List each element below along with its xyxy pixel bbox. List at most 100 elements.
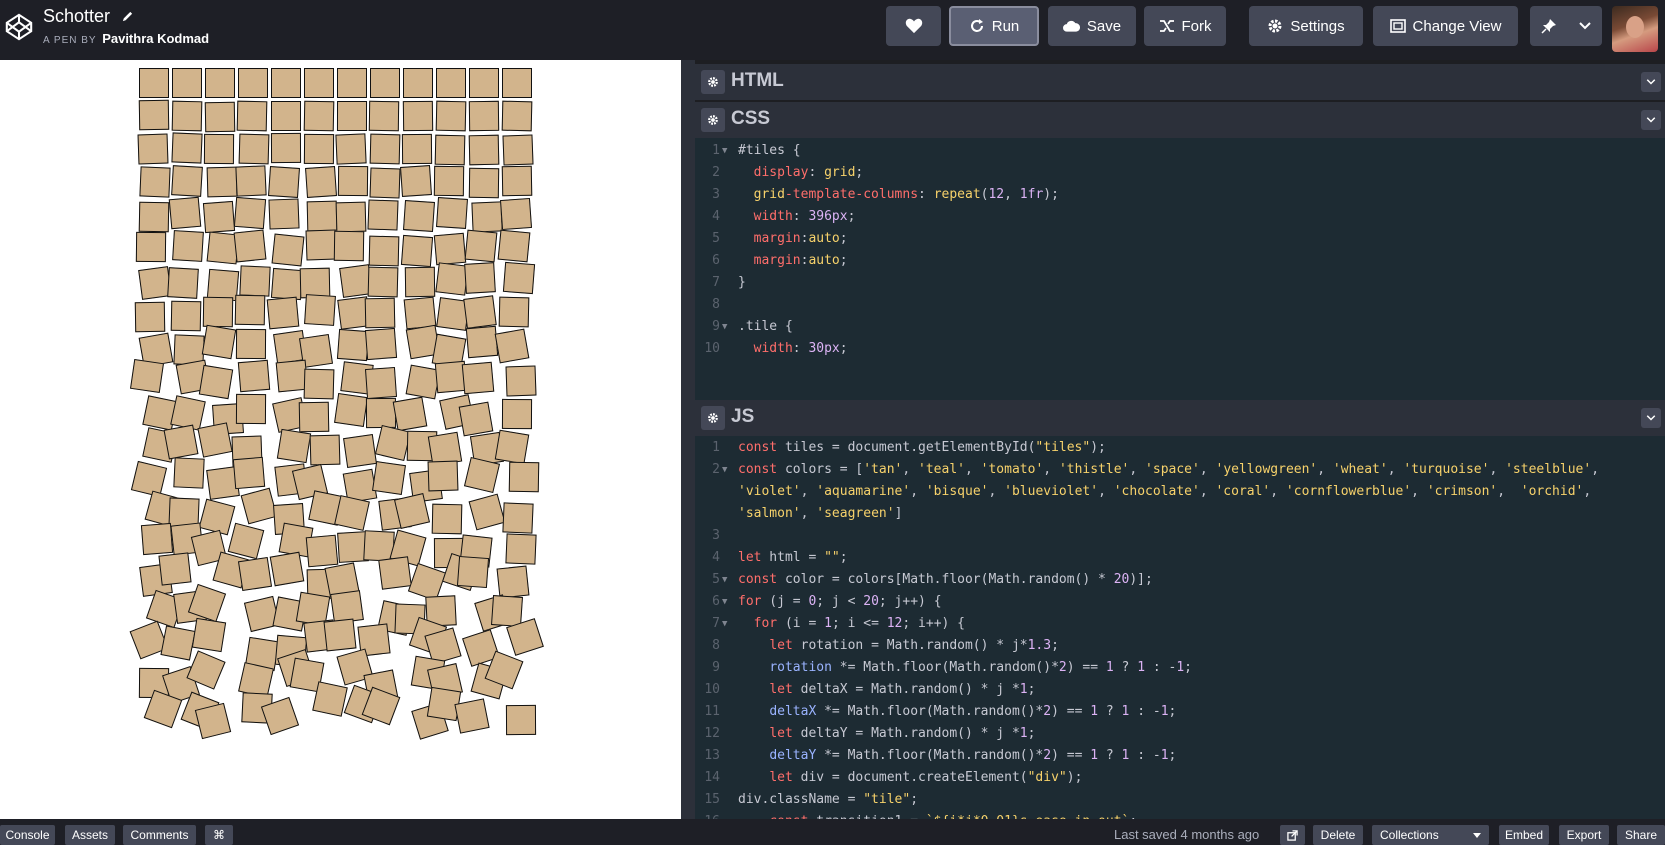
avatar[interactable] xyxy=(1612,6,1658,52)
codepen-logo-icon[interactable] xyxy=(4,12,34,42)
code-line[interactable]: 8 xyxy=(695,294,1665,316)
code-line[interactable]: 10 let deltaX = Math.random() * j *1; xyxy=(695,679,1665,701)
js-settings-button[interactable] xyxy=(701,406,725,430)
love-button[interactable] xyxy=(886,6,941,46)
pin-menu-button[interactable] xyxy=(1530,6,1602,46)
tile xyxy=(268,198,300,230)
tile xyxy=(393,492,430,529)
tile xyxy=(305,534,338,568)
fold-arrow-icon[interactable]: ▼ xyxy=(722,613,727,635)
fold-arrow-icon[interactable]: ▼ xyxy=(722,591,727,613)
tile xyxy=(271,233,305,267)
js-collapse-button[interactable] xyxy=(1641,408,1661,428)
html-settings-button[interactable] xyxy=(701,70,725,94)
tile xyxy=(206,268,239,301)
code-line[interactable]: 10 width: 30px; xyxy=(695,338,1665,360)
js-editor-header[interactable]: JS xyxy=(695,400,1665,436)
preview-pane[interactable] xyxy=(0,60,681,819)
tile xyxy=(369,100,400,132)
css-code-area[interactable]: 1 ▼ #tiles {2 display: grid; 3 grid-templat… xyxy=(695,138,1665,402)
code-line[interactable]: 7 ▼ for (i = 1; i <= 12; i++) { xyxy=(695,613,1665,635)
console-button[interactable]: Console xyxy=(0,825,55,845)
external-link-button[interactable] xyxy=(1280,825,1305,845)
code-line[interactable]: 2 display: grid; xyxy=(695,162,1665,184)
code-line[interactable]: 6 margin:auto; xyxy=(695,250,1665,272)
collections-button[interactable]: Collections xyxy=(1372,825,1489,845)
html-collapse-button[interactable] xyxy=(1641,72,1661,92)
code-text: 'violet', 'aquamarine', 'bisque', 'bluev… xyxy=(738,484,1592,499)
code-line[interactable]: 15 div.className = "tile"; xyxy=(695,789,1665,811)
tile xyxy=(336,328,369,362)
js-code-area[interactable]: 1 const tiles = document.getElementById("… xyxy=(695,436,1665,820)
change-view-button[interactable]: Change View xyxy=(1373,6,1518,46)
chevron-down-icon xyxy=(1646,79,1656,85)
tile xyxy=(401,234,434,267)
export-button[interactable]: Export xyxy=(1559,825,1609,845)
code-line[interactable]: 5 ▼ const color = colors[Math.floor(Math.r… xyxy=(695,569,1665,591)
fold-arrow-icon[interactable]: ▼ xyxy=(722,459,727,481)
code-line[interactable]: 13 deltaY *= Math.floor(Math.random()*2)… xyxy=(695,745,1665,767)
code-line[interactable]: 4 width: 396px; xyxy=(695,206,1665,228)
pencil-icon[interactable] xyxy=(121,8,134,27)
author-link[interactable]: Pavithra Kodmad xyxy=(102,31,209,46)
tile xyxy=(171,229,204,262)
keyboard-shortcuts-button[interactable]: ⌘ xyxy=(205,825,233,845)
last-saved-text: Last saved 4 months ago xyxy=(1114,827,1260,842)
line-number: 3 xyxy=(712,528,720,543)
delete-button[interactable]: Delete xyxy=(1313,825,1363,845)
pane-resize-handle[interactable] xyxy=(681,60,695,819)
tile xyxy=(277,428,312,463)
code-line[interactable]: 'violet', 'aquamarine', 'bisque', 'bluev… xyxy=(695,481,1665,503)
fold-arrow-icon[interactable]: ▼ xyxy=(722,316,727,338)
code-line[interactable]: 6 ▼ for (j = 0; j < 20; j++) { xyxy=(695,591,1665,613)
css-collapse-button[interactable] xyxy=(1641,110,1661,130)
tile xyxy=(202,325,237,360)
css-settings-button[interactable] xyxy=(701,108,725,132)
css-editor-header[interactable]: CSS xyxy=(695,102,1665,138)
code-line[interactable]: 14 let div = document.createElement("div… xyxy=(695,767,1665,789)
byline-prefix: A PEN BY xyxy=(43,35,97,46)
code-line[interactable]: 1 const tiles = document.getElementById("… xyxy=(695,437,1665,459)
code-line[interactable]: 11 deltaX *= Math.floor(Math.random()*2)… xyxy=(695,701,1665,723)
code-line[interactable]: 9 ▼ .tile { xyxy=(695,316,1665,338)
code-text: 'salmon', 'seagreen'] xyxy=(738,506,903,521)
line-number: 6 xyxy=(712,253,720,268)
code-line[interactable]: 3 grid-template-columns: repeat(12, 1fr)… xyxy=(695,184,1665,206)
fold-arrow-icon[interactable]: ▼ xyxy=(722,569,727,591)
tile xyxy=(130,359,165,394)
code-line[interactable]: 9 rotation *= Math.floor(Math.random()*2… xyxy=(695,657,1665,679)
tile xyxy=(400,165,433,198)
fork-button[interactable]: Fork xyxy=(1144,6,1226,46)
fold-arrow-icon[interactable]: ▼ xyxy=(722,140,727,162)
tile xyxy=(310,434,341,466)
code-line[interactable]: 1 ▼ #tiles { xyxy=(695,140,1665,162)
tile xyxy=(269,551,305,587)
tile xyxy=(435,197,468,229)
settings-button[interactable]: Settings xyxy=(1249,6,1363,46)
change-view-label: Change View xyxy=(1412,17,1502,35)
code-text: let deltaX = Math.random() * j *1; xyxy=(769,682,1036,697)
chevron-down-icon[interactable] xyxy=(1579,22,1591,30)
tile xyxy=(436,68,466,98)
code-line[interactable]: 8 let rotation = Math.random() * j*1.3; xyxy=(695,635,1665,657)
share-button[interactable]: Share xyxy=(1617,825,1665,845)
code-line[interactable]: 12 let deltaY = Math.random() * j *1; xyxy=(695,723,1665,745)
byline: A PEN BY Pavithra Kodmad xyxy=(43,31,209,46)
tile xyxy=(171,165,204,198)
code-line[interactable]: 2 ▼ const colors = ['tan', 'teal', 'tomato… xyxy=(695,459,1665,481)
assets-button[interactable]: Assets xyxy=(65,825,115,845)
code-line[interactable]: 5 margin:auto; xyxy=(695,228,1665,250)
code-line[interactable]: 'salmon', 'seagreen'] xyxy=(695,503,1665,525)
embed-button[interactable]: Embed xyxy=(1499,825,1549,845)
pen-title[interactable]: Schotter xyxy=(43,6,110,26)
comments-button[interactable]: Comments xyxy=(123,825,196,845)
save-button[interactable]: Save xyxy=(1048,6,1136,46)
code-line[interactable]: 4 let html = ""; xyxy=(695,547,1665,569)
html-editor-header[interactable]: HTML xyxy=(695,64,1665,100)
tile xyxy=(138,201,170,233)
save-label: Save xyxy=(1086,17,1122,35)
run-button[interactable]: Run xyxy=(949,6,1039,46)
code-line[interactable]: 3 xyxy=(695,525,1665,547)
tile xyxy=(502,134,534,166)
code-line[interactable]: 7} xyxy=(695,272,1665,294)
